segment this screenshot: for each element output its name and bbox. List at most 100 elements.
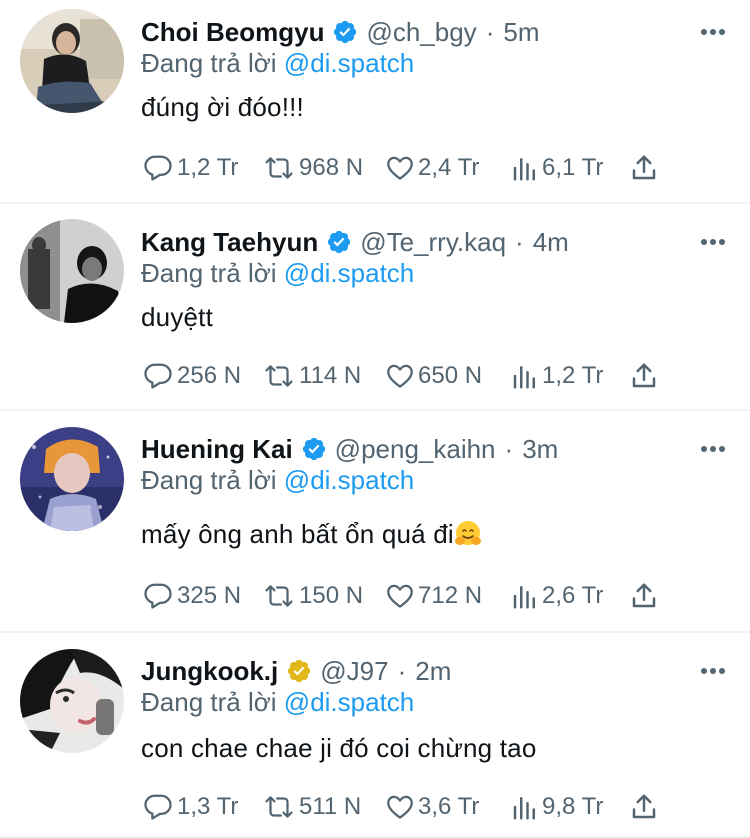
like-button[interactable]: 2,4 Tr	[384, 150, 479, 186]
retweet-count: 150 N	[299, 582, 364, 609]
heart-icon	[387, 156, 413, 180]
tweet-header: Kang Taehyun @Te_rry.kaq · 4m	[141, 224, 730, 260]
reply-button[interactable]: 256 N	[141, 358, 241, 394]
share-button[interactable]	[627, 789, 661, 825]
more-icon	[701, 446, 725, 452]
tweet-text: duyệtt	[141, 302, 214, 332]
tweet[interactable]: Kang Taehyun @Te_rry.kaq · 4m Đang trả l…	[0, 204, 750, 411]
replying-to-label: Đang trả lời	[141, 687, 277, 717]
more-options-button[interactable]	[696, 224, 730, 260]
replying-to-line: Đang trả lời @di.spatch	[141, 687, 414, 718]
replying-to-label: Đang trả lời	[141, 465, 277, 495]
heart-icon	[387, 795, 413, 819]
replying-to-line: Đang trả lời @di.spatch	[141, 465, 414, 496]
like-button[interactable]: 650 N	[384, 358, 482, 394]
display-name[interactable]: Jungkook.j	[141, 656, 278, 687]
retweet-button[interactable]: 150 N	[261, 578, 363, 614]
mention-link[interactable]: @di.spatch	[284, 48, 414, 78]
view-count: 1,2 Tr	[542, 362, 604, 389]
reply-button[interactable]: 1,3 Tr	[141, 789, 238, 825]
tweet-header: Choi Beomgyu @ch_bgy · 5m	[141, 14, 730, 50]
separator-dot: ·	[485, 16, 495, 47]
avatar[interactable]	[20, 219, 124, 323]
timestamp[interactable]: 3m	[522, 434, 558, 465]
more-icon	[701, 29, 725, 35]
view-count: 2,6 Tr	[542, 582, 604, 609]
user-handle[interactable]: @Te_rry.kaq	[360, 227, 506, 258]
tweet[interactable]: Choi Beomgyu @ch_bgy · 5m Đang trả lời @…	[0, 0, 750, 204]
reply-count: 1,3 Tr	[177, 793, 239, 820]
avatar[interactable]	[20, 649, 124, 753]
display-name[interactable]: Kang Taehyun	[141, 227, 318, 258]
views-icon	[513, 797, 535, 820]
hugging-face-emoji	[454, 521, 481, 545]
share-button[interactable]	[627, 150, 661, 186]
blue-verified-icon	[302, 437, 325, 461]
avatar[interactable]	[20, 427, 124, 531]
retweet-count: 511 N	[299, 793, 362, 820]
tweet-text: đúng ời đóo!!!	[141, 92, 304, 122]
retweet-icon	[265, 796, 293, 818]
separator-dot: ·	[515, 226, 524, 257]
user-handle[interactable]: @J97	[320, 656, 388, 687]
reply-icon	[144, 583, 172, 609]
tweet-actions: 256 N 114 N 650 N 1,2 Tr	[141, 358, 730, 394]
tweet-header: Jungkook.j @J97 · 2m	[141, 653, 730, 689]
retweet-button[interactable]: 114 N	[261, 358, 361, 394]
views-icon	[513, 586, 535, 609]
retweet-icon	[265, 157, 293, 179]
separator-dot: ·	[397, 655, 407, 686]
tweet-text: mấy ông anh bất ổn quá đi	[141, 519, 454, 549]
display-name[interactable]: Choi Beomgyu	[141, 17, 324, 48]
tweet-actions: 1,3 Tr 511 N 3,6 Tr 9,8 Tr	[141, 789, 730, 825]
like-button[interactable]: 712 N	[384, 578, 482, 614]
avatar[interactable]	[20, 9, 124, 113]
retweet-count: 114 N	[299, 362, 362, 389]
views-button[interactable]: 1,2 Tr	[510, 358, 603, 394]
share-button[interactable]	[627, 578, 661, 614]
reply-count: 1,2 Tr	[177, 154, 239, 181]
avatar-photo	[20, 9, 124, 113]
replying-to-line: Đang trả lời @di.spatch	[141, 48, 414, 79]
avatar-photo	[20, 219, 124, 323]
gold-verified-icon	[288, 659, 311, 683]
retweet-button[interactable]: 511 N	[261, 789, 361, 825]
reply-count: 325 N	[177, 582, 242, 609]
tweet-header: Huening Kai @peng_kaihn · 3m	[141, 431, 730, 467]
retweet-button[interactable]: 968 N	[261, 150, 363, 186]
views-button[interactable]: 2,6 Tr	[510, 578, 603, 614]
separator-dot: ·	[504, 433, 514, 464]
more-options-button[interactable]	[696, 653, 730, 689]
user-handle[interactable]: @ch_bgy	[366, 17, 476, 48]
more-options-button[interactable]	[696, 14, 730, 50]
tweet[interactable]: Huening Kai @peng_kaihn · 3m Đang trả lờ…	[0, 411, 750, 633]
user-handle[interactable]: @peng_kaihn	[335, 434, 496, 465]
timestamp[interactable]: 4m	[533, 227, 569, 258]
reply-button[interactable]: 1,2 Tr	[141, 150, 238, 186]
mention-link[interactable]: @di.spatch	[284, 687, 414, 717]
replying-to-label: Đang trả lời	[141, 258, 277, 288]
timestamp[interactable]: 5m	[503, 17, 539, 48]
tweet[interactable]: Jungkook.j @J97 · 2m Đang trả lời @di.sp…	[0, 633, 750, 838]
share-icon	[632, 363, 656, 388]
tweet-actions: 325 N 150 N 712 N 2,6 Tr	[141, 578, 730, 614]
views-button[interactable]: 9,8 Tr	[510, 789, 603, 825]
like-count: 2,4 Tr	[418, 154, 480, 181]
share-icon	[632, 155, 656, 180]
views-button[interactable]: 6,1 Tr	[510, 150, 603, 186]
share-icon	[632, 794, 656, 819]
share-button[interactable]	[627, 358, 661, 394]
mention-link[interactable]: @di.spatch	[284, 258, 414, 288]
timestamp[interactable]: 2m	[415, 656, 451, 687]
reply-count: 256 N	[177, 362, 242, 389]
display-name[interactable]: Huening Kai	[141, 434, 293, 465]
like-button[interactable]: 3,6 Tr	[384, 789, 479, 825]
more-options-button[interactable]	[696, 431, 730, 467]
view-count: 6,1 Tr	[542, 154, 604, 181]
tweet-text: con chae chae ji đó coi chừng tao	[141, 733, 537, 763]
more-icon	[701, 668, 725, 674]
reply-button[interactable]: 325 N	[141, 578, 241, 614]
tweet-actions: 1,2 Tr 968 N 2,4 Tr 6,1 Tr	[141, 150, 730, 186]
mention-link[interactable]: @di.spatch	[284, 465, 414, 495]
tweet-text-wrapper: mấy ông anh bất ổn quá đi	[141, 519, 482, 550]
